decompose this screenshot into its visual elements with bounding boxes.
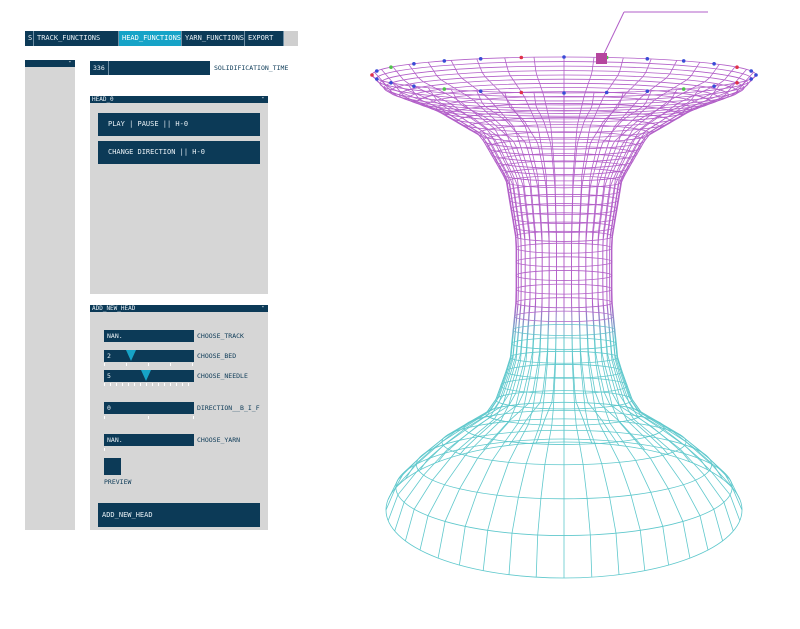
mesh-marker xyxy=(645,57,650,61)
change-direction-button[interactable]: CHANGE DIRECTION || H-0 xyxy=(98,141,260,164)
head-panel-header[interactable]: HEAD_0 - xyxy=(90,95,268,103)
head-panel-title: HEAD_0 xyxy=(92,96,114,103)
mesh-marker xyxy=(749,77,753,81)
direction-label: DIRECTION__B_I_F xyxy=(197,404,260,412)
mesh-marker xyxy=(562,91,566,95)
mesh-marker xyxy=(562,55,566,59)
selection-handle-icon[interactable] xyxy=(596,53,607,64)
mesh-meridian xyxy=(392,66,522,480)
choose-yarn-label: CHOOSE_YARN xyxy=(197,436,241,444)
direction-ticks xyxy=(104,416,194,419)
mesh-marker xyxy=(370,73,374,77)
mesh-meridian xyxy=(609,69,747,490)
solidification-time-label: SOLIDIFICATION_TIME xyxy=(214,64,289,72)
mesh-marker xyxy=(375,77,379,81)
left-panel-header[interactable]: - xyxy=(25,59,75,67)
solidification-value: 336 xyxy=(93,64,105,72)
mesh-marker xyxy=(375,69,379,73)
slider-ticks xyxy=(104,363,194,366)
wireframe-mesh xyxy=(371,56,757,579)
slider-ticks xyxy=(104,383,194,386)
choose-yarn-field[interactable]: NAN. xyxy=(104,434,194,446)
mesh-marker xyxy=(442,59,447,63)
mesh-marker xyxy=(681,87,686,91)
tab-s[interactable]: S xyxy=(25,31,34,46)
tab-export[interactable]: EXPORT xyxy=(245,31,284,46)
tab-head-functions[interactable]: HEAD_FUNCTIONS xyxy=(119,31,182,46)
tab-bar: S TRACK_FUNCTIONS HEAD_FUNCTIONS YARN_FU… xyxy=(25,31,298,46)
add-head-panel-header[interactable]: ADD_NEW_HEAD - xyxy=(90,304,268,312)
mesh-marker xyxy=(519,55,524,60)
mesh-marker xyxy=(478,57,483,61)
mesh-meridian xyxy=(611,77,754,521)
gizmo-line xyxy=(601,11,625,59)
preview-toggle[interactable] xyxy=(104,458,121,475)
collapse-icon[interactable]: - xyxy=(68,59,72,66)
choose-needle-label: CHOOSE_NEEDLE xyxy=(197,372,248,380)
mesh-meridian xyxy=(476,90,543,571)
choose-bed-slider[interactable]: 2 xyxy=(104,350,194,362)
mesh-meridian xyxy=(606,66,736,480)
collapse-icon[interactable]: - xyxy=(261,95,265,102)
choose-bed-label: CHOOSE_BED xyxy=(197,352,237,360)
mesh-marker xyxy=(754,73,758,77)
mesh-marker xyxy=(412,62,416,66)
tab-track-functions[interactable]: TRACK_FUNCTIONS xyxy=(34,31,119,46)
left-panel: - xyxy=(25,59,75,530)
mesh-marker xyxy=(389,65,393,69)
choose-bed-value: 2 xyxy=(107,352,111,360)
add-new-head-button[interactable]: ADD_NEW_HEAD xyxy=(98,503,260,527)
slider-handle-icon[interactable] xyxy=(126,350,136,361)
slider-handle-icon[interactable] xyxy=(141,370,152,381)
mesh-marker xyxy=(412,84,416,88)
mesh-marker xyxy=(712,84,716,88)
choose-needle-value: 5 xyxy=(107,372,111,380)
yarn-tick xyxy=(104,448,105,451)
add-head-panel-title: ADD_NEW_HEAD xyxy=(92,305,136,312)
collapse-icon[interactable]: - xyxy=(261,304,265,311)
mesh-marker xyxy=(749,69,753,73)
field-divider xyxy=(108,61,109,75)
mesh-marker xyxy=(645,89,650,93)
direction-field[interactable]: 0 xyxy=(104,402,194,414)
mesh-marker xyxy=(519,90,524,95)
mesh-marker xyxy=(389,81,393,85)
mesh-marker xyxy=(604,90,609,95)
mesh-viewport[interactable] xyxy=(340,0,800,629)
mesh-meridian xyxy=(381,69,519,490)
mesh-marker xyxy=(735,81,739,85)
play-pause-button[interactable]: PLAY | PAUSE || H-0 xyxy=(98,113,260,136)
mesh-marker xyxy=(442,87,447,91)
choose-track-label: CHOOSE_TRACK xyxy=(197,332,244,340)
mesh-marker xyxy=(681,59,686,63)
mesh-meridian xyxy=(374,77,517,521)
choose-track-field[interactable]: NAN. xyxy=(104,330,194,342)
tab-yarn-functions[interactable]: YARN_FUNCTIONS xyxy=(182,31,245,46)
tab-bar-spacer xyxy=(284,31,298,46)
mesh-marker xyxy=(712,62,716,66)
preview-label: PREVIEW xyxy=(104,478,132,486)
mesh-marker xyxy=(478,89,483,93)
mesh-meridian xyxy=(585,90,652,571)
mesh-marker xyxy=(735,65,739,69)
